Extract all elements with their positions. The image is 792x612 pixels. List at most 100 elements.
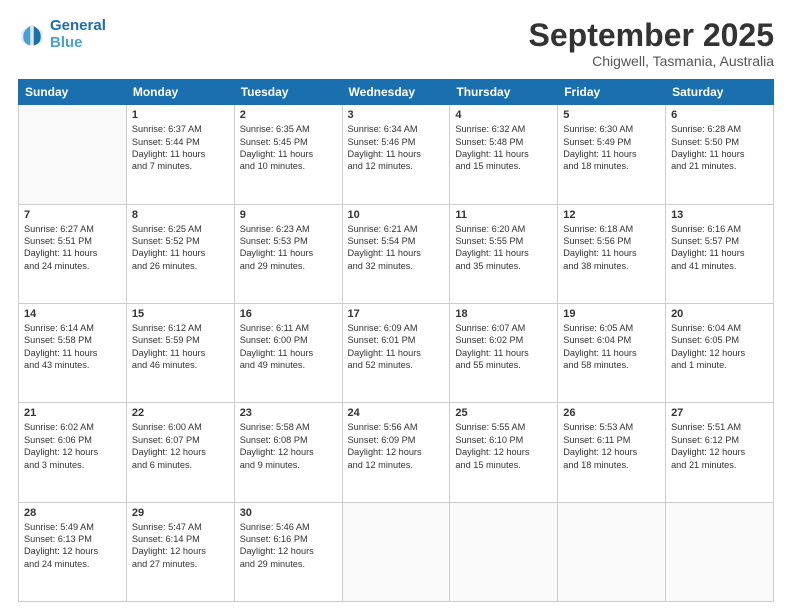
col-monday: Monday	[126, 80, 234, 105]
day-number: 7	[24, 209, 121, 221]
day-number: 15	[132, 308, 229, 320]
cell-line: Sunrise: 6:14 AM	[24, 323, 94, 333]
logo-icon	[18, 21, 46, 49]
cell-line: Sunrise: 5:58 AM	[240, 422, 310, 432]
cell-line: and 12 minutes.	[348, 161, 413, 171]
table-row: 1 Sunrise: 6:37 AMSunset: 5:44 PMDaylight…	[126, 105, 234, 204]
cell-line: Sunrise: 5:56 AM	[348, 422, 418, 432]
cell-line: and 10 minutes.	[240, 161, 305, 171]
cell-content: Sunrise: 5:55 AMSunset: 6:10 PMDaylight:…	[455, 421, 552, 471]
cell-line: Daylight: 12 hours	[24, 546, 98, 556]
cell-line: and 32 minutes.	[348, 261, 413, 271]
cell-content: Sunrise: 6:37 AMSunset: 5:44 PMDaylight:…	[132, 123, 229, 173]
month-title: September 2025	[529, 18, 774, 53]
location-subtitle: Chigwell, Tasmania, Australia	[529, 53, 774, 69]
table-row: 24Sunrise: 5:56 AMSunset: 6:09 PMDayligh…	[342, 403, 450, 502]
cell-line: Daylight: 11 hours	[455, 248, 528, 258]
cell-line: Daylight: 12 hours	[671, 348, 745, 358]
day-number: 23	[240, 407, 337, 419]
cell-content: Sunrise: 6:05 AMSunset: 6:04 PMDaylight:…	[563, 322, 660, 372]
day-number: 19	[563, 308, 660, 320]
cell-line: Sunrise: 6:30 AM	[563, 124, 633, 134]
table-row: 28Sunrise: 5:49 AMSunset: 6:13 PMDayligh…	[19, 502, 127, 601]
cell-line: Daylight: 11 hours	[240, 248, 313, 258]
day-number: 26	[563, 407, 660, 419]
cell-line: Sunset: 6:06 PM	[24, 435, 92, 445]
cell-line: and 58 minutes.	[563, 360, 628, 370]
cell-line: Daylight: 12 hours	[455, 447, 529, 457]
cell-line: Daylight: 11 hours	[563, 248, 636, 258]
cell-line: Daylight: 11 hours	[348, 248, 421, 258]
table-row: 7Sunrise: 6:27 AMSunset: 5:51 PMDaylight…	[19, 204, 127, 303]
cell-line: and 43 minutes.	[24, 360, 89, 370]
cell-line: Daylight: 11 hours	[455, 348, 528, 358]
day-number: 9	[240, 209, 337, 221]
cell-line: Sunset: 5:59 PM	[132, 335, 200, 345]
table-row: 2Sunrise: 6:35 AMSunset: 5:45 PMDaylight…	[234, 105, 342, 204]
cell-line: Sunrise: 6:34 AM	[348, 124, 418, 134]
cell-content: Sunrise: 6:23 AMSunset: 5:53 PMDaylight:…	[240, 223, 337, 273]
cell-content: Sunrise: 5:49 AMSunset: 6:13 PMDaylight:…	[24, 521, 121, 571]
cell-line: Sunrise: 5:53 AM	[563, 422, 633, 432]
cell-line: Sunset: 5:57 PM	[671, 236, 739, 246]
cell-line: and 1 minute.	[671, 360, 727, 370]
cell-line: Daylight: 11 hours	[348, 149, 421, 159]
cell-line: Sunrise: 5:47 AM	[132, 522, 202, 532]
cell-content: Sunrise: 6:25 AMSunset: 5:52 PMDaylight:…	[132, 223, 229, 273]
logo-text: General Blue	[50, 18, 106, 51]
cell-line: and 18 minutes.	[563, 161, 628, 171]
cell-content: Sunrise: 6:02 AMSunset: 6:06 PMDaylight:…	[24, 421, 121, 471]
table-row: 21Sunrise: 6:02 AMSunset: 6:06 PMDayligh…	[19, 403, 127, 502]
cell-line: Sunrise: 6:25 AM	[132, 224, 202, 234]
day-number: 10	[348, 209, 445, 221]
day-number: 11	[455, 209, 552, 221]
table-row: 18Sunrise: 6:07 AMSunset: 6:02 PMDayligh…	[450, 303, 558, 402]
cell-line: Daylight: 12 hours	[132, 546, 206, 556]
day-number: 3	[348, 109, 445, 121]
cell-line: Sunrise: 6:23 AM	[240, 224, 310, 234]
cell-line: Sunset: 6:10 PM	[455, 435, 523, 445]
table-row: 23Sunrise: 5:58 AMSunset: 6:08 PMDayligh…	[234, 403, 342, 502]
cell-line: Sunrise: 6:02 AM	[24, 422, 94, 432]
day-number: 1	[132, 109, 229, 121]
day-number: 25	[455, 407, 552, 419]
cell-line: Sunrise: 6:35 AM	[240, 124, 310, 134]
table-row: 17Sunrise: 6:09 AMSunset: 6:01 PMDayligh…	[342, 303, 450, 402]
cell-line: Daylight: 11 hours	[240, 348, 313, 358]
cell-line: and 24 minutes.	[24, 261, 89, 271]
cell-line: and 15 minutes.	[455, 460, 520, 470]
cell-content: Sunrise: 6:14 AMSunset: 5:58 PMDaylight:…	[24, 322, 121, 372]
cell-line: Sunrise: 5:51 AM	[671, 422, 741, 432]
cell-content: Sunrise: 6:16 AMSunset: 5:57 PMDaylight:…	[671, 223, 768, 273]
cell-line: and 38 minutes.	[563, 261, 628, 271]
logo: General Blue	[18, 18, 106, 51]
cell-line: Sunset: 5:50 PM	[671, 137, 739, 147]
cell-line: Daylight: 11 hours	[455, 149, 528, 159]
cell-line: Sunset: 6:07 PM	[132, 435, 200, 445]
cell-line: and 29 minutes.	[240, 559, 305, 569]
calendar-week-row: 14Sunrise: 6:14 AMSunset: 5:58 PMDayligh…	[19, 303, 774, 402]
cell-line: and 9 minutes.	[240, 460, 300, 470]
logo-line1: General	[50, 17, 106, 34]
day-number: 2	[240, 109, 337, 121]
cell-content: Sunrise: 6:20 AMSunset: 5:55 PMDaylight:…	[455, 223, 552, 273]
day-number: 4	[455, 109, 552, 121]
table-row: 13Sunrise: 6:16 AMSunset: 5:57 PMDayligh…	[666, 204, 774, 303]
cell-line: Sunrise: 6:18 AM	[563, 224, 633, 234]
cell-line: and 55 minutes.	[455, 360, 520, 370]
cell-line: and 26 minutes.	[132, 261, 197, 271]
cell-line: Sunset: 5:48 PM	[455, 137, 523, 147]
cell-line: Daylight: 11 hours	[563, 348, 636, 358]
day-number: 27	[671, 407, 768, 419]
cell-line: Sunset: 6:02 PM	[455, 335, 523, 345]
table-row: 25 Sunrise: 5:55 AMSunset: 6:10 PMDayligh…	[450, 403, 558, 502]
cell-line: and 52 minutes.	[348, 360, 413, 370]
table-row: 8Sunrise: 6:25 AMSunset: 5:52 PMDaylight…	[126, 204, 234, 303]
cell-line: Sunrise: 6:28 AM	[671, 124, 741, 134]
day-number: 16	[240, 308, 337, 320]
cell-line: and 21 minutes.	[671, 161, 736, 171]
cell-content: Sunrise: 6:11 AMSunset: 6:00 PMDaylight:…	[240, 322, 337, 372]
day-number: 24	[348, 407, 445, 419]
cell-content: Sunrise: 5:53 AMSunset: 6:11 PMDaylight:…	[563, 421, 660, 471]
day-number: 17	[348, 308, 445, 320]
